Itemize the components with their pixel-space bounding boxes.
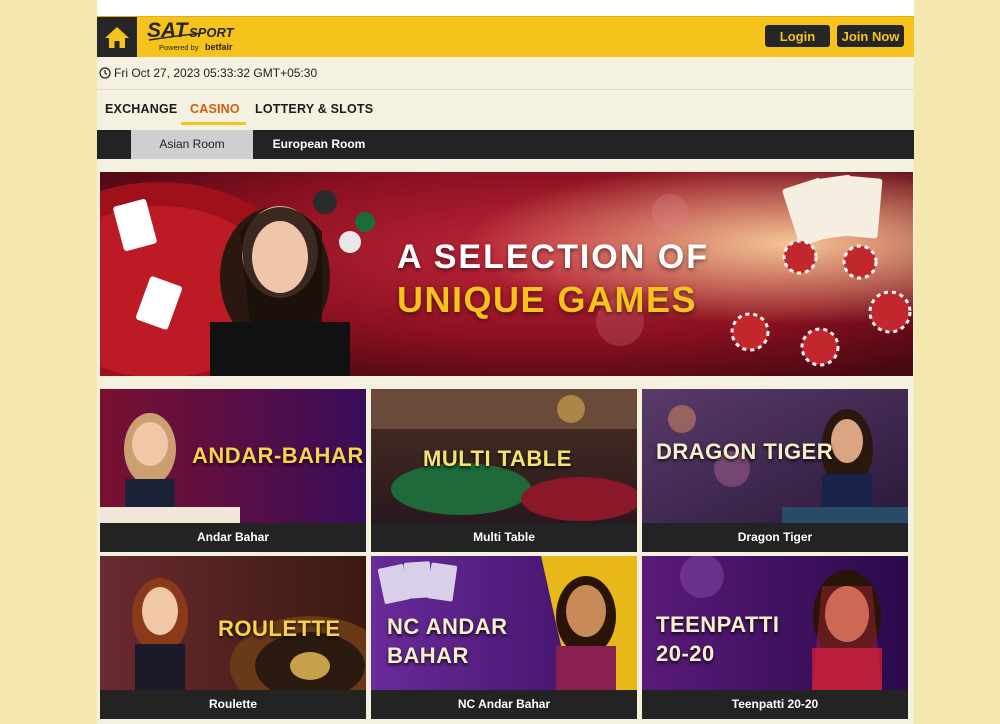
site-header: SAT SPORT Powered by betfair Login Join … [97, 16, 914, 57]
game-card-andar-bahar[interactable]: ANDAR-BAHAR Andar Bahar [100, 389, 366, 552]
game-card-label: Dragon Tiger [642, 523, 908, 552]
app-container: SAT SPORT Powered by betfair Login Join … [97, 0, 914, 724]
tab-lottery-slots[interactable]: LOTTERY & SLOTS [255, 102, 373, 116]
game-thumbnail: DRAGON TIGER [642, 389, 908, 523]
main-nav: EXCHANGE CASINO LOTTERY & SLOTS [97, 89, 914, 132]
game-card-label: Teenpatti 20-20 [642, 690, 908, 719]
game-card-title: DRAGON TIGER [656, 439, 834, 464]
game-card-label: Andar Bahar [100, 523, 366, 552]
home-button[interactable] [97, 17, 137, 57]
game-card-multi-table[interactable]: MULTI TABLE Multi Table [371, 389, 637, 552]
datetime-bar: Fri Oct 27, 2023 05:33:32 GMT+05:30 [97, 57, 914, 89]
game-card-title: ROULETTE [218, 616, 341, 641]
game-card-title-line2: BAHAR [387, 643, 469, 668]
svg-text:SAT: SAT [147, 19, 190, 42]
game-card-title-line1: NC ANDAR [387, 614, 508, 639]
site-logo[interactable]: SAT SPORT Powered by betfair [145, 19, 255, 60]
game-card-nc-andar-bahar[interactable]: NC ANDAR BAHAR NC Andar Bahar [371, 556, 637, 719]
current-datetime: Fri Oct 27, 2023 05:33:32 GMT+05:30 [114, 66, 318, 80]
svg-text:Powered by: Powered by [159, 43, 199, 52]
game-card-dragon-tiger[interactable]: DRAGON TIGER Dragon Tiger [642, 389, 908, 552]
tab-casino[interactable]: CASINO [190, 102, 240, 116]
tab-european-room[interactable]: European Room [257, 130, 381, 159]
game-card-title: TEENPATTI 20-20 [656, 610, 779, 668]
game-thumbnail: NC ANDAR BAHAR [371, 556, 637, 690]
game-card-title-line1: TEENPATTI [656, 612, 780, 637]
game-card-label: NC Andar Bahar [371, 690, 637, 719]
login-button[interactable]: Login [765, 25, 830, 47]
banner-headline: A SELECTION OF [397, 238, 709, 276]
active-tab-indicator [181, 122, 246, 125]
game-card-title: MULTI TABLE [423, 446, 572, 471]
svg-text:SPORT: SPORT [189, 25, 235, 40]
game-thumbnail: ANDAR-BAHAR [100, 389, 366, 523]
game-thumbnail: MULTI TABLE [371, 389, 637, 523]
banner-subheadline: UNIQUE GAMES [397, 279, 698, 320]
top-strip [97, 0, 914, 16]
clock-icon [99, 67, 111, 79]
tab-exchange[interactable]: EXCHANGE [105, 102, 177, 116]
game-card-title-line2: 20-20 [656, 641, 715, 666]
game-thumbnail: TEENPATTI 20-20 [642, 556, 908, 690]
game-card-roulette[interactable]: ROULETTE Roulette [100, 556, 366, 719]
game-card-label: Multi Table [371, 523, 637, 552]
game-card-title: ANDAR-BAHAR [192, 443, 364, 468]
game-card-teenpatti-20-20[interactable]: TEENPATTI 20-20 Teenpatti 20-20 [642, 556, 908, 719]
join-now-button[interactable]: Join Now [837, 25, 904, 47]
game-card-title: NC ANDAR BAHAR [387, 612, 508, 670]
game-thumbnail: ROULETTE [100, 556, 366, 690]
home-icon [105, 27, 129, 48]
game-card-label: Roulette [100, 690, 366, 719]
promo-banner[interactable]: A SELECTION OF UNIQUE GAMES [100, 172, 913, 376]
room-subnav: Asian Room European Room [97, 130, 914, 159]
tab-asian-room[interactable]: Asian Room [131, 130, 253, 159]
svg-text:betfair: betfair [205, 42, 233, 52]
